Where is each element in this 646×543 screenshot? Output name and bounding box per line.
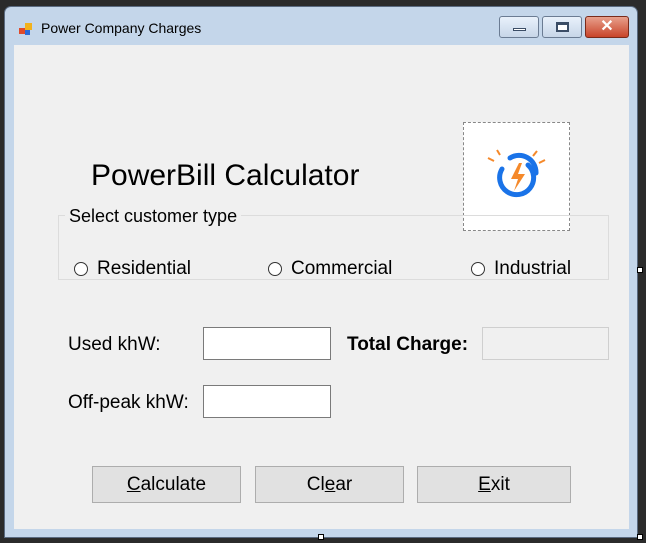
calculate-mnemonic: C — [126, 474, 141, 495]
radio-label-industrial: Industrial — [494, 258, 572, 279]
title-bar[interactable]: Power Company Charges ✕ — [5, 7, 637, 45]
app-icon — [19, 23, 32, 35]
used-kwh-label: Used khW: — [68, 334, 161, 355]
radio-industrial[interactable]: Industrial — [471, 258, 571, 280]
radio-indicator[interactable] — [268, 262, 282, 276]
radio-indicator[interactable] — [471, 262, 485, 276]
resize-handle-corner[interactable] — [637, 534, 643, 540]
radio-commercial[interactable]: Commercial — [268, 258, 392, 280]
calculate-label-rest: alculate — [140, 474, 207, 495]
used-kwh-input[interactable] — [203, 327, 331, 360]
total-charge-label: Total Charge: — [347, 334, 469, 355]
close-button[interactable]: ✕ — [585, 16, 629, 38]
radio-label-residential: Residential — [97, 258, 191, 279]
minimize-button[interactable] — [499, 16, 539, 38]
resize-handle-right[interactable] — [637, 267, 643, 273]
exit-label-rest: xit — [490, 474, 510, 495]
clear-label-pre: Cl — [306, 474, 325, 495]
maximize-icon — [556, 22, 569, 32]
exit-button[interactable]: Exit — [417, 466, 571, 503]
page-title: PowerBill Calculator — [91, 159, 360, 192]
form-client-area: PowerBill Calculator Select customer typ… — [14, 45, 629, 529]
clear-label-post: ar — [335, 474, 353, 495]
offpeak-kwh-input[interactable] — [203, 385, 331, 418]
designer-canvas: Power Company Charges ✕ PowerBill Calcul… — [0, 0, 646, 543]
calculate-button[interactable]: Calculate — [92, 466, 241, 503]
resize-handle-bottom[interactable] — [318, 534, 324, 540]
exit-mnemonic: E — [478, 474, 491, 495]
window-title: Power Company Charges — [41, 20, 202, 36]
customer-type-legend: Select customer type — [65, 206, 242, 227]
clear-button[interactable]: Clear — [255, 466, 404, 503]
radio-indicator[interactable] — [74, 262, 88, 276]
total-charge-output[interactable] — [482, 327, 609, 360]
clear-mnemonic: e — [324, 474, 336, 495]
form-window: Power Company Charges ✕ PowerBill Calcul… — [4, 6, 638, 538]
maximize-button[interactable] — [542, 16, 582, 38]
radio-residential[interactable]: Residential — [74, 258, 191, 280]
offpeak-kwh-label: Off-peak khW: — [68, 392, 189, 413]
close-icon: ✕ — [600, 18, 614, 35]
minimize-icon — [513, 28, 526, 31]
radio-label-commercial: Commercial — [291, 258, 393, 279]
power-bolt-icon — [487, 149, 546, 198]
